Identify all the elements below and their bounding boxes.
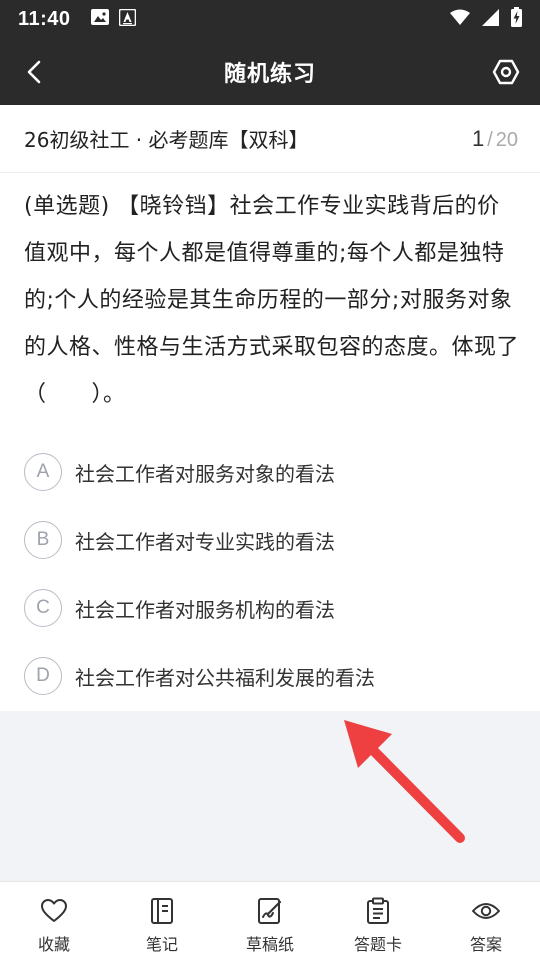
bottom-toolbar: 收藏 笔记 草稿纸 答题卡 答案 (0, 881, 540, 960)
chevron-left-icon (27, 60, 41, 84)
red-arrow-annotation (344, 720, 465, 843)
notebook-icon (147, 896, 177, 926)
option-letter: D (24, 657, 62, 695)
status-icons-left (90, 8, 136, 30)
option-c[interactable]: C 社会工作者对服务机构的看法 (0, 574, 540, 642)
question-progress: 1/20 (472, 126, 518, 152)
option-letter: B (24, 521, 62, 559)
option-text: 社会工作者对公共福利发展的看法 (75, 665, 375, 690)
tab-label: 收藏 (37, 935, 70, 954)
nav-bar: 随机练习 (0, 38, 540, 105)
option-letter: A (24, 453, 62, 491)
draft-paper-icon (255, 896, 285, 926)
eye-icon (471, 896, 501, 926)
tab-draft-paper[interactable]: 草稿纸 (216, 882, 324, 960)
signal-icon (482, 8, 499, 30)
option-text: 社会工作者对服务机构的看法 (75, 597, 335, 622)
tab-answer[interactable]: 答案 (432, 882, 540, 960)
option-a[interactable]: A 社会工作者对服务对象的看法 (0, 438, 540, 506)
tab-notes[interactable]: 笔记 (108, 882, 216, 960)
question-text: (单选题) 【晓铃铛】社会工作专业实践背后的价值观中，每个人都是值得尊重的;每个… (24, 194, 520, 407)
progress-separator: / (487, 128, 493, 151)
settings-button[interactable] (488, 54, 524, 90)
tab-label: 草稿纸 (245, 935, 294, 954)
answer-card-icon (363, 896, 393, 926)
option-d[interactable]: D 社会工作者对公共福利发展的看法 (0, 642, 540, 710)
status-time: 11:40 (18, 7, 71, 30)
font-icon (118, 8, 136, 30)
status-bar: 11:40 (0, 0, 540, 38)
tab-favorite[interactable]: 收藏 (0, 882, 108, 960)
options-list: A 社会工作者对服务对象的看法 B 社会工作者对专业实践的看法 C 社会工作者对… (0, 438, 540, 710)
tab-label: 答题卡 (353, 935, 402, 954)
heart-icon (39, 896, 69, 926)
back-button[interactable] (18, 56, 50, 88)
option-text: 社会工作者对服务对象的看法 (75, 461, 335, 486)
current-question-number: 1 (471, 125, 485, 151)
question-card: 26初级社工 · 必考题库【双科】 1/20 (单选题) 【晓铃铛】社会工作专业… (0, 105, 540, 711)
option-letter: C (24, 589, 62, 627)
status-icons-right (450, 7, 522, 31)
question-bank-name: 26初级社工 · 必考题库【双科】 (24, 128, 309, 152)
tab-label: 答案 (469, 935, 502, 954)
total-questions: 20 (495, 128, 518, 151)
image-icon (90, 9, 109, 29)
tab-label: 笔记 (145, 935, 178, 954)
settings-icon (492, 59, 520, 85)
tab-answer-card[interactable]: 答题卡 (324, 882, 432, 960)
option-text: 社会工作者对专业实践的看法 (75, 529, 335, 554)
wifi-icon (450, 9, 470, 29)
question-bank-header: 26初级社工 · 必考题库【双科】 1/20 (0, 105, 540, 173)
battery-charging-icon (511, 7, 522, 31)
option-b[interactable]: B 社会工作者对专业实践的看法 (0, 506, 540, 574)
page-title: 随机练习 (223, 61, 316, 87)
